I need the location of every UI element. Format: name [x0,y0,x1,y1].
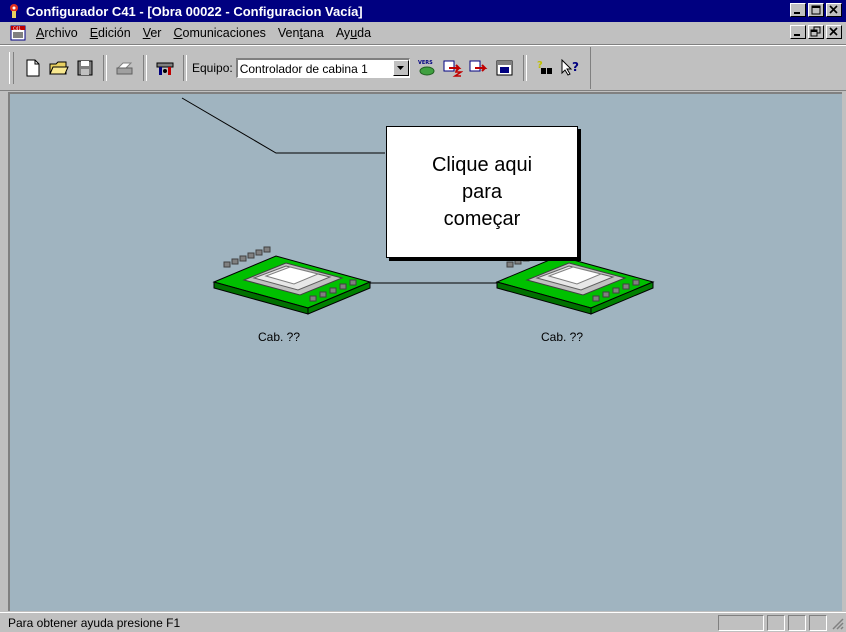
chevron-down-icon [396,65,404,70]
status-pane [809,614,827,631]
svg-text:C41: C41 [13,26,21,31]
restore-icon [810,26,821,37]
configure-tools-icon [156,62,174,75]
toolbar-separator [103,55,107,81]
resize-grip-icon[interactable] [830,616,844,630]
status-pane [788,614,806,631]
menu-ventana[interactable]: Ventana [272,26,330,40]
menu-edicion-mnemonic: E [89,26,99,40]
menu-ayuda[interactable]: Ayuda [330,26,377,40]
menu-edicion[interactable]: Edición [84,26,137,40]
download-button[interactable] [442,57,464,79]
toolbar: Equipo: Controlador de cabina 1 VERS ? ? [0,45,846,91]
printer-icon [116,62,133,75]
caption-buttons [788,3,842,17]
app-icon [10,4,18,18]
toolbar-separator [143,55,147,81]
new-button[interactable] [22,57,44,79]
version-button[interactable]: VERS [416,57,438,79]
upload-transfer-icon [469,60,488,72]
start-hint-callout: Clique aqui para começar [386,126,578,258]
context-help-button[interactable]: ? [560,57,582,79]
status-pane [767,614,785,631]
calendar-icon [496,60,513,76]
mdi-caption-buttons [788,25,842,39]
menu-bar: C41 Archivo Edición Ver Comunicaciones V… [0,22,846,45]
menu-comunicaciones-mnemonic: C [173,26,183,40]
close-button[interactable] [826,3,842,17]
window-title: Configurador C41 - [Obra 00022 - Configu… [26,3,363,19]
find-help-button[interactable]: ? [534,57,556,79]
calendar-button[interactable] [494,57,516,79]
menu-ventana-pre: Ven [277,26,300,40]
menu-archivo[interactable]: Archivo [30,26,84,40]
equipo-dropdown-button[interactable] [392,60,409,76]
menu-ver-label: er [150,26,162,40]
save-button[interactable] [74,57,96,79]
menu-comunicaciones-label: omunicaciones [182,26,266,40]
download-transfer-icon [443,60,463,77]
save-disk-icon [77,60,93,76]
help-find-icon: ? [537,60,552,74]
status-pane [718,614,764,631]
menu-ayuda-label: da [357,26,372,40]
equipo-label: Equipo: [192,61,233,75]
mdi-restore-button[interactable] [808,25,824,39]
menu-ayuda-pre: Ay [335,26,351,40]
toolbar-separator [183,55,187,81]
menu-ventana-label: ana [302,26,324,40]
mdi-minimize-button[interactable] [790,25,806,39]
version-icon-text: VERS [418,60,433,66]
context-help-icon: ? [561,59,579,76]
new-document-icon [26,59,40,77]
node-label: Cab. ?? [258,330,301,344]
equipo-select[interactable]: Controlador de cabina 1 [235,58,410,78]
document-icon[interactable]: C41 [10,25,26,41]
menu-archivo-label: rchivo [44,26,78,40]
menu-comunicaciones[interactable]: Comunicaciones [167,26,271,40]
toolbar-separator [522,55,527,81]
app-window: Configurador C41 - [Obra 00022 - Configu… [0,0,846,632]
minimize-icon [794,12,800,14]
menu-edicion-label: dición [98,26,131,40]
configure-button[interactable] [154,57,176,79]
toolbar-end-separator [589,47,592,89]
print-button[interactable] [114,57,136,79]
status-text: Para obtener ayuda presione F1 [8,615,181,630]
minimize-button[interactable] [790,3,806,17]
mdi-close-button[interactable] [826,25,842,39]
node-label: Cab. ?? [541,330,584,344]
upload-button[interactable] [468,57,490,79]
maximize-icon [811,5,821,15]
minimize-icon [794,34,800,36]
title-bar[interactable]: Configurador C41 - [Obra 00022 - Configu… [0,0,846,22]
menu-ver[interactable]: Ver [137,26,168,40]
svg-text:?: ? [572,60,579,74]
open-button[interactable] [48,57,70,79]
equipo-selected-value: Controlador de cabina 1 [239,61,368,76]
open-folder-icon [49,61,69,75]
version-icon: VERS [418,60,435,76]
close-icon [829,27,838,36]
callout-text: Clique aqui para começar [431,153,533,230]
maximize-button[interactable] [808,3,824,17]
toolbar-grip[interactable] [9,52,14,84]
status-bar: Para obtener ayuda presione F1 [0,612,846,632]
close-icon [829,5,838,14]
